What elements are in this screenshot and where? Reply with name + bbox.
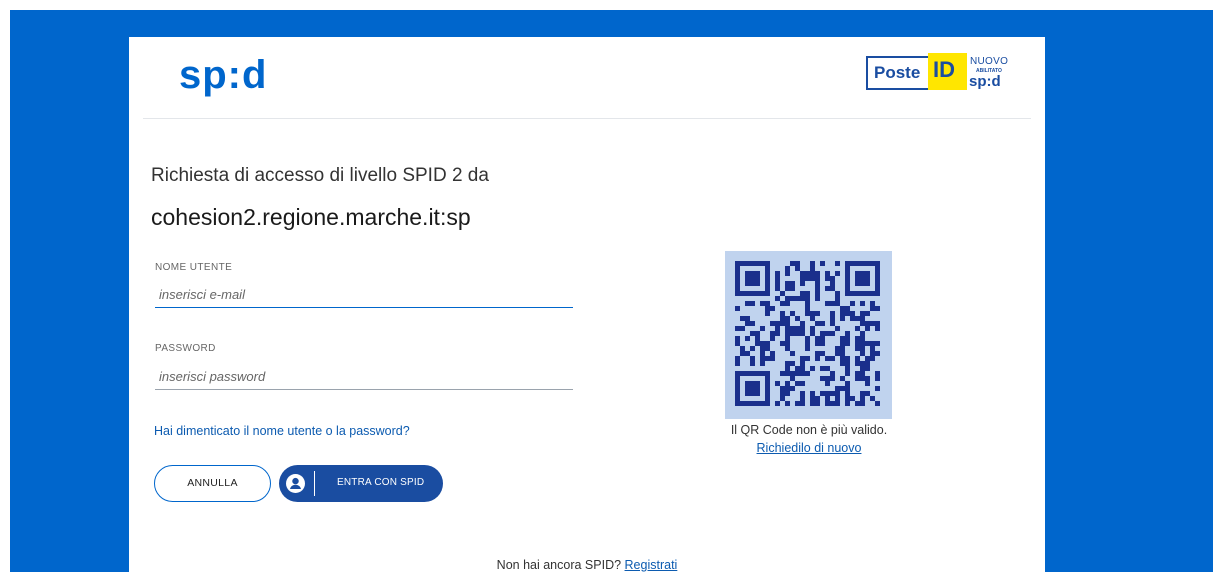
password-label: PASSWORD	[155, 343, 216, 354]
user-circle-icon	[286, 474, 305, 493]
username-input[interactable]	[155, 282, 573, 308]
id-logo-text: ID	[933, 57, 955, 82]
mini-spid-logo: sp:d	[969, 73, 1001, 90]
header: sp:d Poste ID NUOVO ABILITATO sp:d	[129, 37, 1045, 119]
button-separator	[314, 471, 315, 496]
login-spid-label: ENTRA CON SPID	[337, 477, 425, 488]
forgot-credentials-link[interactable]: Hai dimenticato il nome utente o la pass…	[154, 424, 410, 438]
username-label: NOME UTENTE	[155, 262, 233, 273]
id-logo-box: ID	[928, 53, 967, 90]
qr-code-image	[735, 261, 880, 406]
poste-logo-text: Poste	[874, 63, 921, 82]
qr-expired-message: Il QR Code non è più valido.	[730, 423, 888, 437]
request-intro: Richiesta di accesso di livello SPID 2 d…	[151, 165, 489, 186]
password-input[interactable]	[155, 364, 573, 390]
spid-logo: sp:d	[179, 53, 268, 97]
header-divider	[143, 118, 1031, 119]
login-card: sp:d Poste ID NUOVO ABILITATO sp:d Richi…	[129, 37, 1045, 572]
nuovo-label: NUOVO	[970, 56, 1009, 67]
cancel-button[interactable]: ANNULLA	[154, 465, 271, 502]
poste-id-logo: Poste ID NUOVO ABILITATO sp:d	[866, 53, 1010, 93]
qr-renew-link[interactable]: Richiedilo di nuovo	[695, 441, 923, 455]
login-spid-button[interactable]: ENTRA CON SPID	[279, 465, 443, 502]
register-link[interactable]: Registrati	[625, 558, 678, 572]
register-prompt: Non hai ancora SPID? Registrati	[129, 558, 1045, 572]
qr-code-panel	[725, 251, 892, 419]
service-provider-name: cohesion2.regione.marche.it:sp	[151, 204, 471, 230]
register-question: Non hai ancora SPID?	[496, 558, 625, 572]
